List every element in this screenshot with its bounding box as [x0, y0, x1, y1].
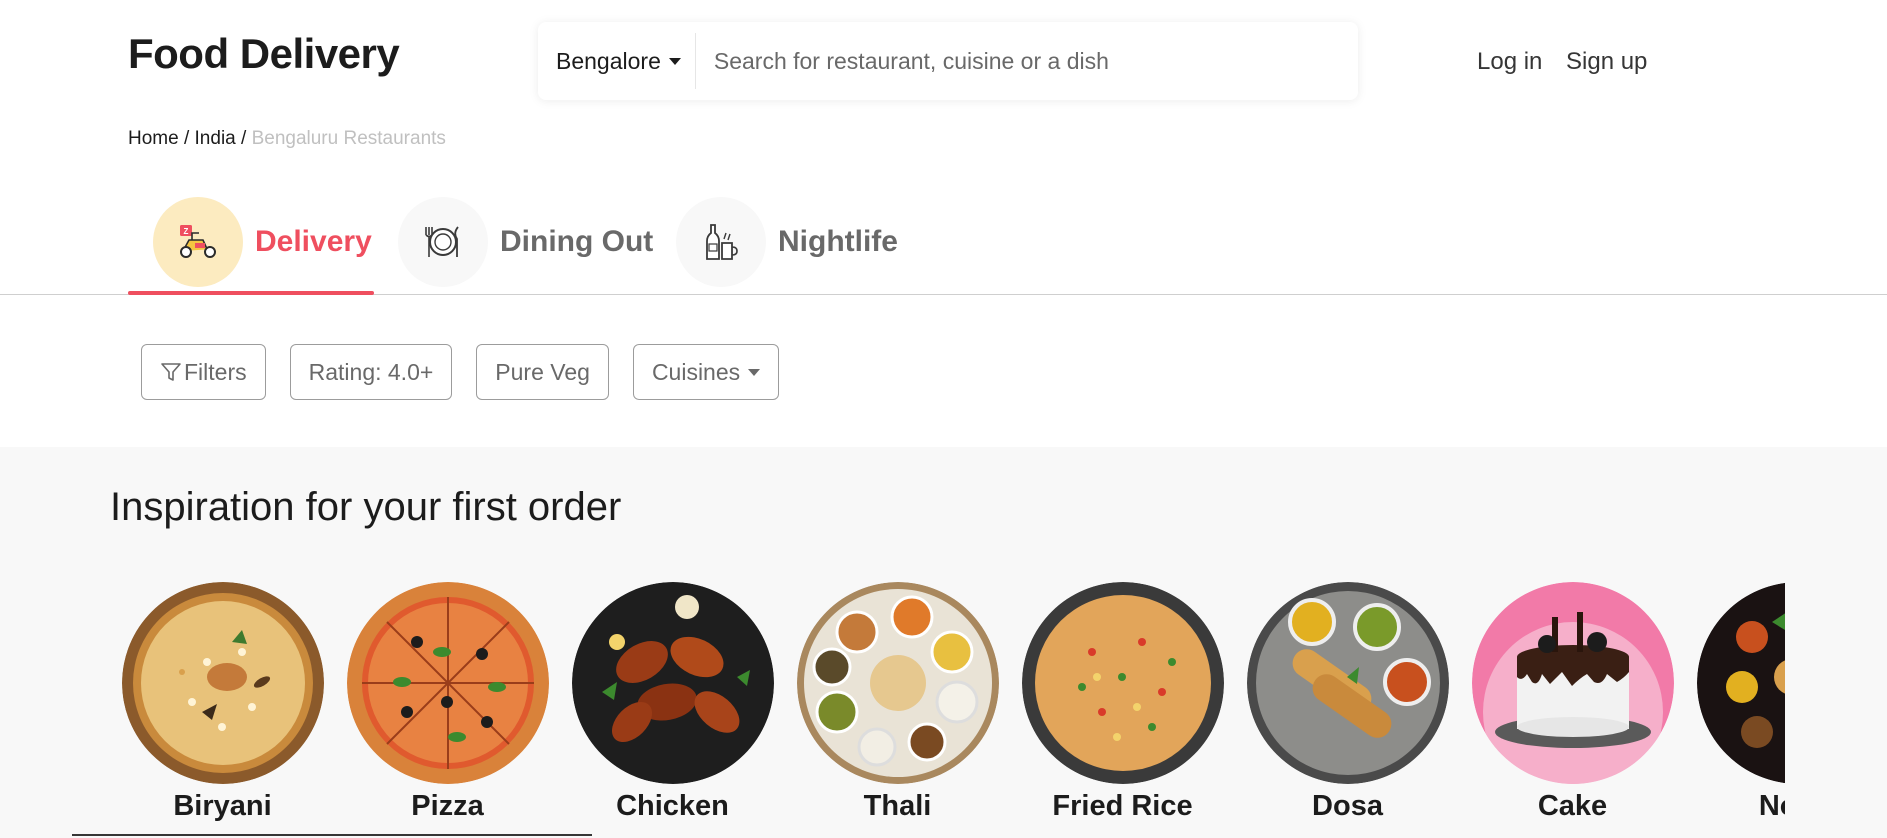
- chevron-down-icon: [668, 57, 681, 65]
- north-indian-image: [1696, 582, 1785, 784]
- pizza-image: [346, 582, 549, 784]
- active-tab-indicator: [128, 291, 374, 295]
- tab-nightlife[interactable]: Nightlife: [676, 190, 898, 294]
- cuisines-label: Cuisines: [651, 358, 741, 385]
- chicken-image: [571, 582, 774, 784]
- tab-delivery-label: Delivery: [255, 225, 372, 258]
- signup-link-wrap: Sign up: [1566, 48, 1647, 76]
- breadcrumb-separator: /: [183, 128, 190, 149]
- dish-carousel: Biryani Pizza Chicken Thali Fried Rice D…: [110, 582, 1785, 838]
- dish-card-pizza[interactable]: Pizza: [335, 582, 560, 823]
- login-link[interactable]: Log in: [1477, 48, 1542, 76]
- bottle-glass-icon: [676, 197, 766, 287]
- search-input[interactable]: [695, 33, 1358, 89]
- filter-icon: [161, 363, 181, 381]
- tab-dining-out-label: Dining Out: [500, 225, 654, 258]
- filter-bar: Filters Rating: 4.0+ Pure Veg Cuisines: [141, 344, 803, 400]
- dish-name: Dosa: [1312, 790, 1383, 822]
- tab-nightlife-label: Nightlife: [778, 225, 898, 258]
- login-link-wrap: Log in: [1477, 48, 1542, 76]
- plate-cutlery-icon: [398, 197, 488, 287]
- filters-button[interactable]: Filters: [141, 344, 266, 400]
- fried-rice-image: [1021, 582, 1224, 784]
- dosa-image: [1246, 582, 1449, 784]
- header: Food Delivery Bengalore Log in Sign up: [0, 0, 1887, 120]
- dish-name: Thali: [863, 790, 932, 822]
- breadcrumb-current: Bengaluru Restaurants: [251, 128, 446, 149]
- tab-dining-out[interactable]: Dining Out: [398, 190, 653, 294]
- breadcrumb: Home / India / Bengaluru Restaurants: [128, 128, 446, 150]
- cake-image: [1471, 582, 1674, 784]
- city-selector[interactable]: Bengalore: [538, 33, 696, 89]
- chevron-down-icon: [748, 368, 761, 376]
- search-bar: Bengalore: [538, 22, 1358, 100]
- dish-card-dosa[interactable]: Dosa: [1235, 582, 1460, 823]
- breadcrumb-home[interactable]: Home: [128, 128, 179, 149]
- thali-image: [796, 582, 999, 784]
- pure-veg-filter-label: Pure Veg: [495, 358, 590, 385]
- cuisines-dropdown[interactable]: Cuisines: [632, 344, 780, 400]
- dish-name: North: [1758, 790, 1785, 822]
- dish-card-chicken[interactable]: Chicken: [560, 582, 785, 823]
- app-logo[interactable]: Food Delivery: [128, 30, 400, 78]
- dish-card-biryani[interactable]: Biryani: [110, 582, 335, 823]
- tab-delivery[interactable]: Z Delivery: [153, 190, 372, 294]
- scooter-icon: Z: [153, 197, 243, 287]
- rating-filter-label: Rating: 4.0+: [308, 358, 434, 385]
- biryani-image: [121, 582, 324, 784]
- section-title: Inspiration for your first order: [110, 485, 622, 529]
- dish-card-fried-rice[interactable]: Fried Rice: [1010, 582, 1235, 823]
- dish-name: Pizza: [411, 790, 484, 822]
- inspiration-section: Inspiration for your first order Biryani: [0, 447, 1887, 838]
- bottom-divider: [72, 834, 592, 836]
- pure-veg-filter-button[interactable]: Pure Veg: [476, 344, 609, 400]
- dish-name: Fried Rice: [1052, 790, 1193, 822]
- city-label: Bengalore: [556, 47, 661, 74]
- service-tabs: Z Delivery Dining Out Nightlife: [0, 180, 1887, 295]
- dish-name: Chicken: [616, 790, 729, 822]
- dish-card-north[interactable]: North: [1685, 582, 1785, 823]
- dish-card-thali[interactable]: Thali: [785, 582, 1010, 823]
- dish-card-cake[interactable]: Cake: [1460, 582, 1685, 823]
- dish-name: Biryani: [173, 790, 272, 822]
- breadcrumb-india[interactable]: India: [195, 128, 236, 149]
- svg-text:Z: Z: [184, 227, 189, 236]
- signup-link[interactable]: Sign up: [1566, 48, 1647, 76]
- filters-label: Filters: [184, 358, 247, 385]
- rating-filter-button[interactable]: Rating: 4.0+: [289, 344, 453, 400]
- dish-name: Cake: [1537, 790, 1608, 822]
- breadcrumb-separator: /: [241, 128, 247, 149]
